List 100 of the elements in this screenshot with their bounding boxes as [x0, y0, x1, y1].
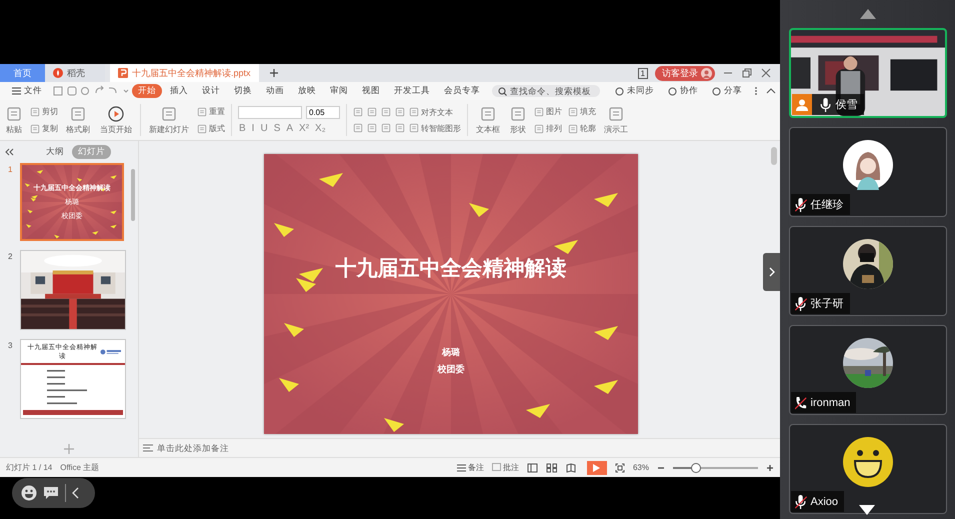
microphone-icon[interactable]: [820, 98, 832, 112]
restore-icon[interactable]: [741, 68, 753, 78]
flame-icon: [53, 68, 63, 78]
ribbon-tab[interactable]: 放映: [292, 84, 322, 98]
play-button[interactable]: [586, 460, 607, 474]
file-menu[interactable]: 文件: [6, 84, 48, 98]
ribbon-button[interactable]: 剪切: [30, 106, 58, 117]
ribbon-tab[interactable]: 开始: [132, 84, 162, 98]
ribbon-button[interactable]: 形状: [508, 106, 528, 134]
tool-icon: [381, 123, 391, 133]
muted-phone-icon[interactable]: [794, 396, 806, 410]
tool-icon: [367, 107, 377, 117]
chevron-right-icon: [768, 267, 774, 277]
muted-microphone-icon[interactable]: [794, 296, 806, 310]
expand-panel-button[interactable]: [763, 253, 780, 291]
smiley-icon[interactable]: [21, 485, 37, 501]
scrollbar-thumb[interactable]: [770, 147, 776, 165]
ribbon-button[interactable]: 排列: [534, 123, 562, 134]
tool-icon: [568, 124, 578, 134]
toolbar-action[interactable]: 分享: [706, 84, 748, 98]
person-icon: [796, 98, 808, 110]
participant-tile[interactable]: Axioo: [788, 424, 946, 514]
participant-tile[interactable]: 任继珍: [788, 127, 946, 217]
tool-icon: [409, 123, 419, 133]
ribbon-tab[interactable]: 会员专享: [438, 84, 486, 98]
avatar: [842, 338, 892, 388]
scroll-up-icon[interactable]: [860, 9, 876, 19]
scroll-down-icon[interactable]: [859, 505, 875, 515]
ribbon-button[interactable]: 转智能图形: [409, 122, 461, 134]
document-tab[interactable]: 首页: [0, 64, 45, 82]
close-icon[interactable]: [760, 68, 772, 78]
participant-tile[interactable]: 侯雪: [788, 28, 946, 118]
participant-name: Axioo: [810, 496, 838, 508]
ribbon-button[interactable]: 轮廓: [568, 123, 596, 134]
ribbon-button[interactable]: 演示工: [602, 106, 630, 134]
ribbon-tab[interactable]: 开发工具: [388, 84, 436, 98]
zoom-in-icon[interactable]: [766, 464, 774, 472]
ribbon-button[interactable]: 对齐文本: [409, 106, 453, 118]
tool-icon: [70, 106, 86, 122]
tool-icon: [197, 106, 207, 116]
presentation-file-icon: [118, 68, 128, 78]
comments-button[interactable]: 批注: [492, 462, 519, 473]
ribbon-button[interactable]: 图片: [534, 106, 562, 117]
ribbon-button[interactable]: 粘贴: [4, 106, 24, 134]
muted-microphone-icon[interactable]: [794, 494, 806, 508]
ribbon-button[interactable]: 文本框: [474, 106, 502, 134]
ribbon-button[interactable]: 复制: [30, 123, 58, 134]
comment-icon: [492, 463, 501, 472]
play-icon: [593, 464, 600, 472]
document-tab[interactable]: 稻壳: [45, 64, 105, 82]
search-field[interactable]: 查找命令、搜索模板: [492, 85, 600, 97]
pane-tab[interactable]: 大纲: [40, 145, 70, 159]
slider-thumb[interactable]: [690, 462, 701, 472]
font-name-field[interactable]: [238, 106, 302, 119]
format-button[interactable]: X²: [298, 123, 310, 134]
ribbon-tab[interactable]: 视图: [356, 84, 386, 98]
tool-icon: [381, 107, 391, 117]
page-badge: 1: [638, 68, 648, 78]
ribbon-button[interactable]: 版式: [197, 123, 225, 134]
action-icon: [668, 86, 677, 96]
participant-tile[interactable]: ironman: [788, 325, 946, 415]
format-button[interactable]: B: [238, 123, 247, 134]
slide-number: 2: [8, 251, 14, 263]
notes-button[interactable]: 备注: [456, 462, 484, 473]
slide-number: 3: [8, 340, 14, 352]
ribbon-button[interactable]: 重置: [197, 106, 225, 117]
notes-field[interactable]: 单击此处添加备注: [157, 443, 247, 453]
chat-icon[interactable]: [43, 486, 59, 500]
toolbar-action[interactable]: 未同步: [609, 84, 660, 98]
ribbon-button[interactable]: 新建幻灯片: [147, 106, 191, 134]
participant-name: 张子研: [810, 297, 844, 311]
ribbon-tab[interactable]: 插入: [164, 84, 194, 98]
format-button[interactable]: I: [250, 123, 256, 134]
scrollbar-thumb[interactable]: [131, 169, 135, 221]
logo-icon: [100, 349, 121, 355]
ribbon-button[interactable]: 当页开始: [98, 106, 134, 134]
ribbon-tab[interactable]: 审阅: [324, 84, 354, 98]
collapse-icon[interactable]: [5, 148, 14, 156]
ribbon-tab[interactable]: 设计: [196, 84, 226, 98]
ribbon-tab[interactable]: 动画: [260, 84, 290, 98]
slide-text: 校团委: [438, 363, 464, 376]
ribbon-button[interactable]: 填充: [568, 106, 596, 117]
document-tab[interactable]: 十九届五中全会精神解读.pptx: [110, 64, 259, 82]
menu-icon: [12, 87, 21, 95]
ribbon-tab[interactable]: 切换: [228, 84, 258, 98]
login-button[interactable]: 访客登录: [655, 66, 715, 80]
format-button[interactable]: S: [272, 123, 282, 134]
chevron-left-icon[interactable]: [72, 487, 80, 499]
zoom-dropdown[interactable]: 63%: [632, 463, 649, 472]
slide-counter: 幻灯片 1 / 14: [6, 462, 52, 473]
format-button[interactable]: A: [285, 123, 294, 134]
format-button[interactable]: X₂: [314, 123, 327, 134]
muted-microphone-icon[interactable]: [794, 198, 806, 212]
fit-icon[interactable]: [614, 462, 625, 472]
toolbar-action[interactable]: 协作: [662, 84, 704, 98]
format-button[interactable]: U: [259, 123, 269, 134]
tool-icon: [480, 106, 496, 122]
font-size-field[interactable]: 0.05: [306, 106, 340, 119]
ribbon-button[interactable]: 格式刷: [64, 106, 92, 134]
participant-tile[interactable]: 张子研: [788, 226, 946, 316]
